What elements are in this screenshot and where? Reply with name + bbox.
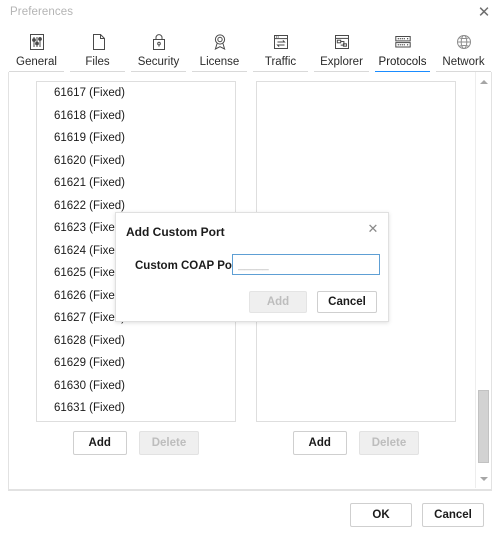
- dialog-add-button: Add: [249, 291, 307, 313]
- tab-label: General: [16, 56, 57, 68]
- explorer-icon: [331, 31, 353, 53]
- list-item[interactable]: 61631 (Fixed): [37, 397, 235, 420]
- scrollbar-thumb[interactable]: [478, 390, 489, 463]
- scroll-up-arrow-icon[interactable]: [476, 74, 491, 89]
- tab-license[interactable]: License: [189, 25, 250, 72]
- list-item[interactable]: 61628 (Fixed): [37, 330, 235, 353]
- title-bar: Preferences ✕: [0, 0, 500, 24]
- tab-general[interactable]: General: [6, 25, 67, 72]
- tab-security[interactable]: Security: [128, 25, 189, 72]
- ok-button[interactable]: OK: [350, 503, 412, 527]
- award-icon: [209, 31, 231, 53]
- dialog-cancel-button[interactable]: Cancel: [317, 291, 377, 313]
- list-item[interactable]: 61617 (Fixed): [37, 82, 235, 105]
- list-item[interactable]: 61630 (Fixed): [37, 375, 235, 398]
- file-icon: [87, 31, 109, 53]
- close-icon[interactable]: ✕: [364, 219, 382, 237]
- list-item[interactable]: 61620 (Fixed): [37, 150, 235, 173]
- protocols-icon: [392, 31, 414, 53]
- traffic-icon: [270, 31, 292, 53]
- lock-icon: [148, 31, 170, 53]
- tab-label: Explorer: [320, 56, 363, 68]
- right-button-row: Add Delete: [256, 431, 456, 455]
- tab-label: Traffic: [264, 56, 297, 68]
- delete-button-right: Delete: [358, 431, 420, 455]
- tab-traffic[interactable]: Traffic: [250, 25, 311, 72]
- delete-button-left: Delete: [138, 431, 200, 455]
- custom-coap-port-label: Custom COAP Port: [135, 260, 241, 272]
- vertical-scrollbar[interactable]: [475, 72, 491, 488]
- left-button-row: Add Delete: [36, 431, 236, 455]
- globe-icon: [453, 31, 475, 53]
- tab-explorer[interactable]: Explorer: [311, 25, 372, 72]
- add-button-right[interactable]: Add: [292, 431, 347, 455]
- tab-files[interactable]: Files: [67, 25, 128, 72]
- tab-label: Files: [85, 56, 110, 68]
- tab-label: License: [199, 56, 240, 68]
- tab-network[interactable]: Network: [433, 25, 494, 72]
- tab-label: Security: [137, 56, 180, 68]
- dialog-footer: OK Cancel: [8, 490, 492, 532]
- tab-label: Protocols: [378, 56, 427, 68]
- custom-coap-port-input[interactable]: [232, 254, 380, 275]
- list-item[interactable]: 61619 (Fixed): [37, 127, 235, 150]
- preferences-window: Preferences ✕ General Files Security Lic…: [0, 0, 500, 536]
- list-item[interactable]: 61618 (Fixed): [37, 105, 235, 128]
- scroll-down-arrow-icon[interactable]: [476, 471, 491, 486]
- tab-label: Network: [442, 56, 485, 68]
- list-item[interactable]: 61621 (Fixed): [37, 172, 235, 195]
- list-item[interactable]: 61629 (Fixed): [37, 352, 235, 375]
- cancel-button[interactable]: Cancel: [422, 503, 484, 527]
- tab-bar: General Files Security License Traffic E…: [0, 24, 500, 73]
- add-custom-port-dialog: Add Custom Port ✕ Custom COAP Port Add C…: [115, 212, 389, 322]
- tab-protocols[interactable]: Protocols: [372, 25, 433, 73]
- add-button-left[interactable]: Add: [72, 431, 127, 455]
- footer-divider: [8, 490, 492, 491]
- close-icon[interactable]: ✕: [474, 2, 494, 22]
- dialog-title: Add Custom Port: [126, 225, 225, 239]
- window-title: Preferences: [10, 6, 74, 18]
- sliders-icon: [26, 31, 48, 53]
